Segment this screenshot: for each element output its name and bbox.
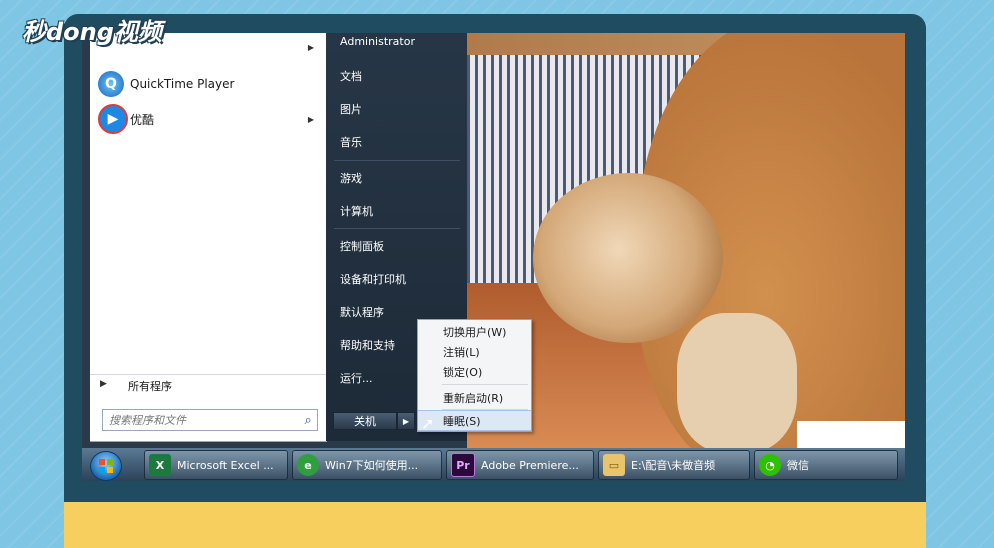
taskbar-button-premiere[interactable]: Pr Adobe Premiere... <box>446 450 594 480</box>
menu-divider <box>442 384 528 385</box>
menu-divider <box>334 228 460 229</box>
search-input[interactable] <box>103 411 300 429</box>
menu-item-documents[interactable]: 文档 <box>340 68 362 84</box>
watermark-logo: 秒dong视频 <box>22 18 162 46</box>
taskbar-button-excel[interactable]: X Microsoft Excel ... <box>144 450 288 480</box>
program-label: 优酷 <box>130 112 155 127</box>
premiere-icon: Pr <box>451 453 475 477</box>
menu-item-devices-printers[interactable]: 设备和打印机 <box>340 271 406 287</box>
menu-divider <box>334 160 460 161</box>
menu-item-games[interactable]: 游戏 <box>340 170 362 186</box>
submenu-arrow-icon: ▶ <box>307 114 314 124</box>
desktop-screen: ▶ Q QuickTime Player ▶ 优酷 ▶ ▶ 所有程序 ⌕ Adm… <box>82 33 905 481</box>
search-icon[interactable]: ⌕ <box>299 413 317 428</box>
power-menu-item-log-off[interactable]: 注销(L) <box>418 342 531 361</box>
excel-icon: X <box>149 454 171 476</box>
folder-icon: ▭ <box>603 454 625 476</box>
start-search-box[interactable]: ⌕ <box>102 409 318 431</box>
windows-logo-icon <box>99 459 113 473</box>
taskbar-button-browser[interactable]: e Win7下如何使用... <box>292 450 442 480</box>
menu-item-default-programs[interactable]: 默认程序 <box>340 304 384 320</box>
power-menu-item-lock[interactable]: 锁定(O) <box>418 362 531 381</box>
menu-item-pictures[interactable]: 图片 <box>340 101 362 117</box>
bottom-banner <box>64 502 926 548</box>
power-menu-item-sleep[interactable]: 睡眠(S) <box>418 410 531 431</box>
power-menu-item-restart[interactable]: 重新启动(R) <box>418 388 531 407</box>
shutdown-button[interactable]: 关机 <box>333 412 397 430</box>
quicktime-icon: Q <box>98 71 124 97</box>
shutdown-options-arrow-icon[interactable]: ▶ <box>397 412 415 430</box>
program-item-youku[interactable]: ▶ 优酷 ▶ <box>90 104 326 134</box>
menu-item-run[interactable]: 运行... <box>340 370 373 386</box>
dog-tail-image <box>533 173 723 343</box>
wechat-icon: ◔ <box>759 454 781 476</box>
taskbar-button-wechat[interactable]: ◔ 微信 <box>754 450 898 480</box>
power-menu-item-switch-user[interactable]: 切换用户(W) <box>418 322 531 341</box>
program-item-quicktime[interactable]: Q QuickTime Player <box>90 70 326 98</box>
submenu-arrow-icon: ▶ <box>307 42 314 52</box>
start-menu-programs-pane: ▶ Q QuickTime Player ▶ 优酷 ▶ ▶ 所有程序 ⌕ <box>90 33 327 442</box>
triangle-right-icon: ▶ <box>100 379 107 389</box>
menu-item-music[interactable]: 音乐 <box>340 134 362 150</box>
menu-item-help-support[interactable]: 帮助和支持 <box>340 337 395 353</box>
menu-item-control-panel[interactable]: 控制面板 <box>340 238 384 254</box>
youku-icon: ▶ <box>98 104 128 134</box>
taskbar: X Microsoft Excel ... e Win7下如何使用... Pr … <box>82 448 905 481</box>
taskbar-button-explorer[interactable]: ▭ E:\配音\未做音频 <box>598 450 750 480</box>
desktop-wallpaper <box>467 33 905 448</box>
mouse-cursor-icon: ➚ <box>421 414 435 433</box>
all-programs-button[interactable]: ▶ 所有程序 <box>90 374 326 395</box>
start-button[interactable] <box>90 451 122 481</box>
menu-item-user[interactable]: Administrator <box>340 35 415 48</box>
ie-icon: e <box>297 454 319 476</box>
menu-item-computer[interactable]: 计算机 <box>340 203 373 219</box>
program-label: QuickTime Player <box>130 77 235 91</box>
all-programs-label: 所有程序 <box>128 380 172 393</box>
